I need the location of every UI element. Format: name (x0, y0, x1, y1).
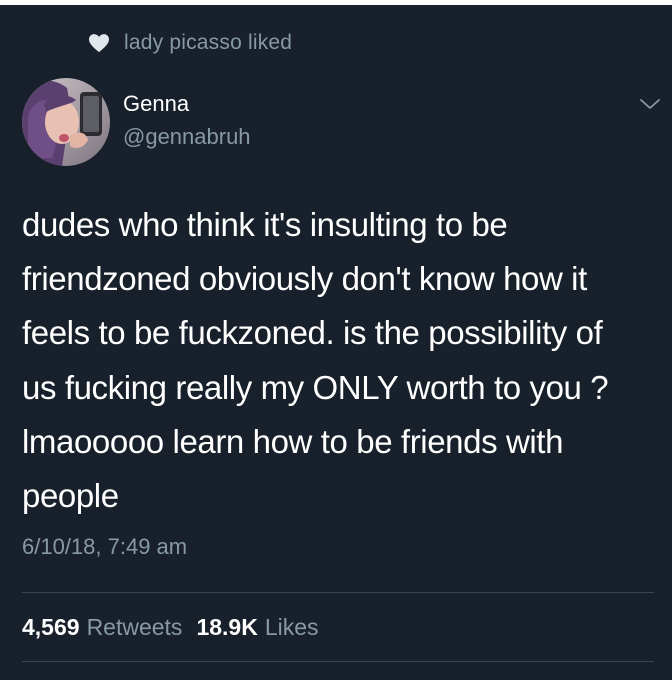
tweet-line: friendzoned obviously don't know how it (22, 260, 587, 298)
divider (22, 661, 654, 662)
retweets-label: Retweets (86, 614, 183, 640)
chevron-down-icon[interactable] (638, 96, 662, 112)
social-context: lady picasso liked (88, 30, 292, 56)
divider (22, 592, 654, 593)
tweet-line: dudes who think it's insulting to be (22, 206, 508, 243)
avatar[interactable] (22, 78, 110, 166)
author-display-name[interactable]: Genna (123, 91, 189, 117)
likes-label: Likes (264, 614, 319, 640)
retweets-count: 4,569 (22, 614, 80, 640)
tweet-line: feels to be fuckzoned. is the possibilit… (22, 314, 603, 352)
tweet-stats: 4,569 Retweets 18.9K Likes (22, 614, 333, 641)
tweet-line: people (22, 477, 119, 515)
tweet-line: us fucking really my ONLY worth to you ? (22, 368, 609, 406)
likes-stat[interactable]: 18.9K Likes (196, 614, 318, 641)
avatar-photo (22, 78, 110, 166)
social-context-text: lady picasso liked (124, 31, 293, 54)
top-edge-strip (0, 0, 672, 5)
heart-icon (89, 34, 109, 53)
likes-count: 18.9K (196, 614, 258, 640)
retweets-stat[interactable]: 4,569 Retweets (22, 614, 182, 641)
tweet-timestamp[interactable]: 6/10/18, 7:49 am (22, 534, 187, 560)
tweet-text: dudes who think it's insulting to be fri… (22, 198, 662, 523)
tweet-line: lmaooooo learn how to be friends with (22, 422, 564, 460)
author-handle[interactable]: @gennabruh (123, 124, 251, 150)
